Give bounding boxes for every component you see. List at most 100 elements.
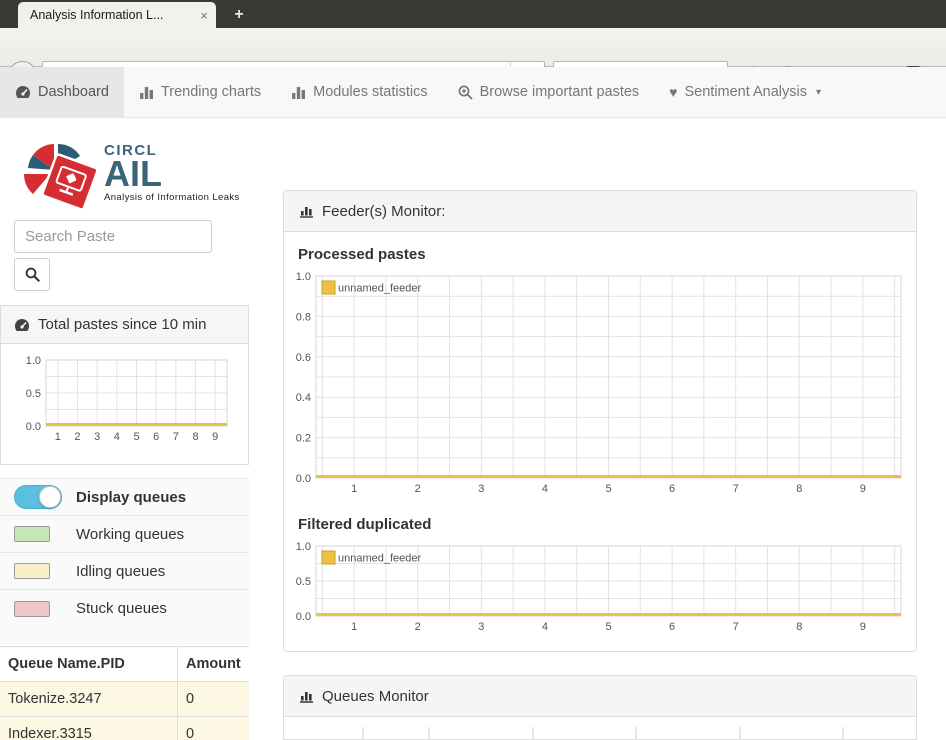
plus-icon: +: [234, 6, 244, 23]
legend-label: Working queues: [76, 525, 185, 543]
svg-text:0.0: 0.0: [296, 473, 311, 485]
chart-icon: [300, 692, 313, 703]
panel-title: Total pastes since 10 min: [38, 316, 207, 333]
svg-text:6: 6: [669, 621, 675, 633]
queues-legend-block: Display queues Working queues Idling que…: [0, 478, 249, 645]
queue-name: Indexer.3315: [8, 726, 92, 740]
svg-text:1: 1: [351, 483, 357, 495]
svg-text:0.0: 0.0: [296, 611, 311, 623]
svg-text:1.0: 1.0: [296, 541, 311, 553]
svg-text:9: 9: [860, 483, 866, 495]
legend-label: Idling queues: [76, 562, 166, 580]
total-pastes-panel: Total pastes since 10 min 1 2 3 4 5 6 7 8 9 0.0 0.…: [0, 305, 249, 465]
nav-item-trending-charts[interactable]: Trending charts: [124, 67, 276, 117]
browser-tab[interactable]: Analysis Information L... ×: [18, 2, 216, 28]
nav-label: Sentiment Analysis: [684, 84, 807, 100]
search-paste-input[interactable]: [14, 220, 212, 253]
svg-text:8: 8: [796, 621, 802, 633]
svg-text:1: 1: [351, 621, 357, 633]
chevron-down-icon: ▾: [816, 86, 822, 98]
sidebar: CIRCL AIL Analysis of Information Leaks …: [0, 118, 250, 740]
svg-text:6: 6: [153, 431, 159, 443]
queue-table: Queue Name.PID Amount Tokenize.3247 0 In…: [0, 646, 249, 740]
nav-item-modules-statistics[interactable]: Modules statistics: [276, 67, 442, 117]
logo-product: AIL: [104, 153, 162, 194]
filtered-duplicated-chart: unnamed_feeder 1 2 3 4 5 6 7 8 9 0.0 0.5 1.0: [296, 539, 904, 640]
display-queues-label: Display queues: [76, 488, 187, 506]
feeder-monitor-panel: Feeder(s) Monitor: Processed pastes unna…: [283, 190, 917, 652]
queues-monitor-panel: Queues Monitor: [283, 675, 917, 740]
svg-text:0.2: 0.2: [296, 433, 311, 445]
svg-text:6: 6: [669, 483, 675, 495]
svg-text:7: 7: [733, 483, 739, 495]
svg-text:0.5: 0.5: [26, 388, 41, 400]
search-paste-button[interactable]: [14, 258, 50, 291]
display-queues-row: Display queues: [0, 479, 249, 516]
nav-label: Dashboard: [38, 84, 109, 100]
chart-title: Processed pastes: [298, 246, 426, 263]
svg-text:0.0: 0.0: [26, 421, 41, 433]
svg-text:7: 7: [733, 621, 739, 633]
feeder-monitor-header: Feeder(s) Monitor:: [284, 191, 916, 232]
queues-monitor-chart-top: [362, 727, 844, 739]
panel-title: Queues Monitor: [322, 687, 429, 705]
svg-text:8: 8: [192, 431, 198, 443]
ail-logo[interactable]: CIRCL AIL Analysis of Information Leaks: [24, 140, 240, 210]
browser-tab-bar: Analysis Information L... × +: [0, 0, 946, 28]
dashboard-gauge-icon: [16, 86, 30, 98]
svg-text:4: 4: [542, 483, 548, 495]
stuck-queues-swatch: [14, 600, 50, 617]
ail-logo-mark: [24, 143, 99, 210]
idling-queues-swatch: [14, 563, 50, 579]
svg-text:0.8: 0.8: [296, 311, 311, 323]
svg-text:unnamed_feeder: unnamed_feeder: [338, 553, 422, 565]
close-icon[interactable]: ×: [200, 8, 208, 23]
svg-text:5: 5: [605, 483, 611, 495]
svg-text:3: 3: [94, 431, 100, 443]
display-queues-toggle[interactable]: [14, 485, 62, 509]
svg-text:9: 9: [860, 621, 866, 633]
svg-text:0.4: 0.4: [296, 392, 311, 404]
nav-label: Browse important pastes: [479, 84, 640, 100]
queue-amount: 0: [177, 717, 249, 740]
svg-text:0.6: 0.6: [296, 352, 311, 364]
search-plus-icon: [458, 85, 473, 100]
working-queues-swatch: [14, 526, 50, 542]
bar-chart-icon: [139, 87, 153, 99]
nav-label: Modules statistics: [313, 84, 428, 100]
chart-title: Filtered duplicated: [298, 516, 432, 533]
svg-text:3: 3: [478, 483, 484, 495]
total-pastes-chart: 1 2 3 4 5 6 7 8 9 0.0 0.5 1.0: [10, 352, 239, 457]
tab-title: Analysis Information L...: [30, 8, 164, 22]
new-tab-button[interactable]: +: [224, 5, 254, 26]
legend-row-working: Working queues: [0, 516, 249, 553]
svg-text:8: 8: [796, 483, 802, 495]
svg-text:4: 4: [542, 621, 548, 633]
nav-item-browse-important-pastes[interactable]: Browse important pastes: [443, 67, 655, 117]
processed-pastes-chart: unnamed_feeder 1 2 3 4 5 6 7 8 9 0.0 0.2 0.4 0.6 0.8 1.…: [296, 269, 904, 501]
svg-text:7: 7: [173, 431, 179, 443]
svg-text:5: 5: [133, 431, 139, 443]
svg-text:2: 2: [415, 621, 421, 633]
legend-row-stuck: Stuck queues: [0, 590, 249, 627]
panel-title: Feeder(s) Monitor:: [322, 202, 446, 220]
table-row: Tokenize.3247 0: [0, 682, 249, 717]
bar-chart-icon: [292, 87, 306, 99]
nav-item-sentiment-analysis[interactable]: ♥ Sentiment Analysis ▾: [654, 67, 836, 117]
svg-text:1: 1: [55, 431, 61, 443]
table-row: Indexer.3315 0: [0, 717, 249, 740]
svg-text:unnamed_feeder: unnamed_feeder: [338, 283, 422, 295]
svg-text:0.5: 0.5: [296, 576, 311, 588]
legend-label: Stuck queues: [76, 600, 167, 617]
ail-logo-text: CIRCL AIL Analysis of Information Leaks: [104, 140, 240, 210]
svg-text:4: 4: [114, 431, 120, 443]
legend-row-idling: Idling queues: [0, 553, 249, 590]
column-header: Queue Name.PID: [8, 656, 125, 672]
heart-icon: ♥: [669, 84, 678, 100]
nav-item-dashboard[interactable]: Dashboard: [0, 67, 124, 117]
total-pastes-panel-header: Total pastes since 10 min: [1, 306, 248, 344]
svg-text:9: 9: [212, 431, 218, 443]
queues-monitor-header: Queues Monitor: [284, 676, 916, 717]
chart-icon: [300, 207, 313, 218]
queue-name: Tokenize.3247: [8, 691, 102, 707]
